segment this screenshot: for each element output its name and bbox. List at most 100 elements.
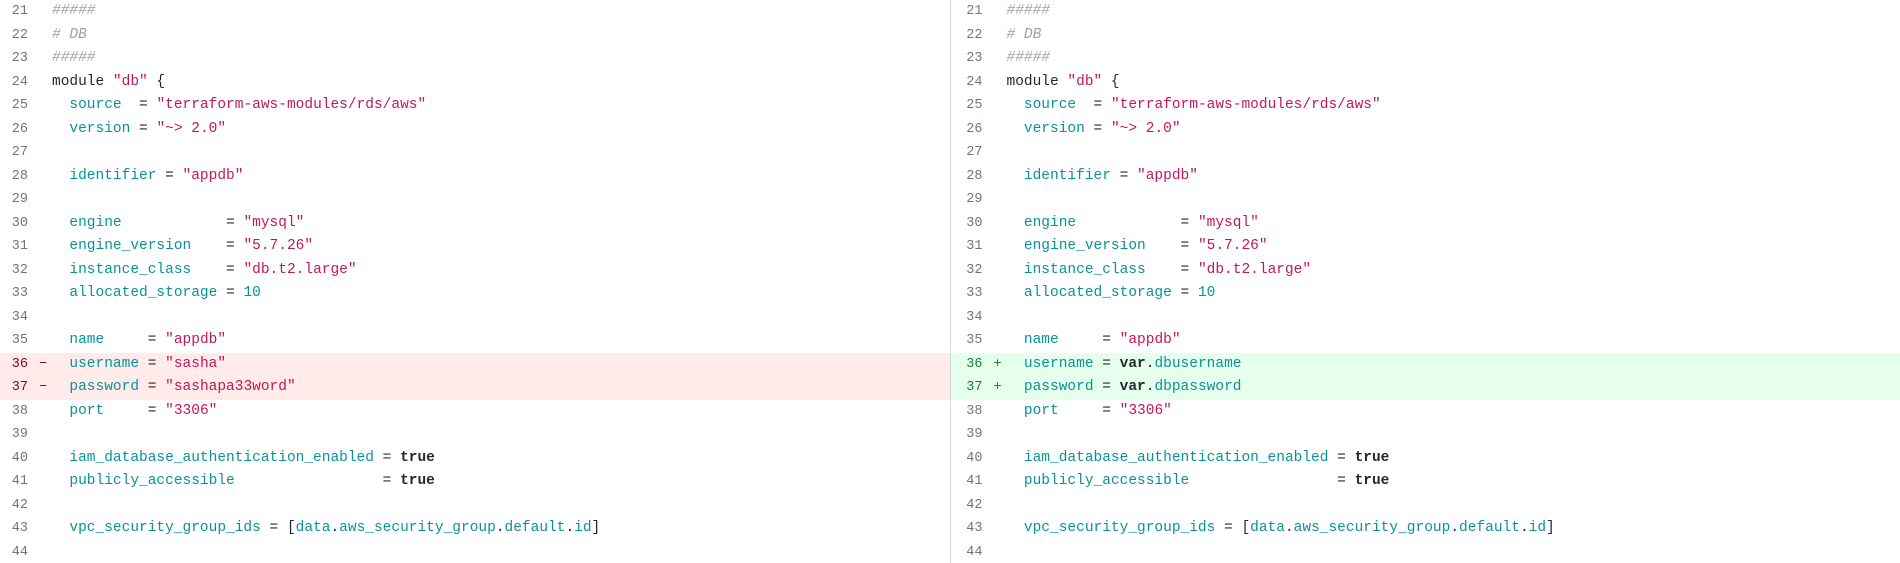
diff-line[interactable]: 42 <box>0 494 950 518</box>
diff-line[interactable]: 35 name = "appdb" <box>0 329 950 353</box>
diff-line[interactable]: 33 allocated_storage = 10 <box>0 282 950 306</box>
diff-line[interactable]: 31 engine_version = "5.7.26" <box>951 235 1900 259</box>
diff-line[interactable]: 43 vpc_security_group_ids = [data.aws_se… <box>951 517 1900 541</box>
code-content: allocated_storage = 10 <box>1005 282 1900 306</box>
diff-line[interactable]: 40 iam_database_authentication_enabled =… <box>0 447 950 471</box>
diff-line[interactable]: 40 iam_database_authentication_enabled =… <box>951 447 1900 471</box>
diff-line[interactable]: 36+ username = var.dbusername <box>951 353 1900 377</box>
line-number: 43 <box>951 517 991 541</box>
diff-line[interactable]: 30 engine = "mysql" <box>951 212 1900 236</box>
diff-line[interactable]: 38 port = "3306" <box>0 400 950 424</box>
line-number: 30 <box>0 212 36 236</box>
diff-line[interactable]: 31 engine_version = "5.7.26" <box>0 235 950 259</box>
code-content: port = "3306" <box>1005 400 1900 424</box>
context-marker <box>991 24 1005 48</box>
context-marker <box>36 306 50 330</box>
line-number: 29 <box>0 188 36 212</box>
diff-line[interactable]: 26 version = "~> 2.0" <box>951 118 1900 142</box>
diff-line[interactable]: 21 ##### <box>951 0 1900 24</box>
context-marker <box>991 235 1005 259</box>
context-marker <box>991 306 1005 330</box>
line-number: 21 <box>0 0 36 24</box>
code-content: engine_version = "5.7.26" <box>1005 235 1900 259</box>
code-content: username = "sasha" <box>50 353 950 377</box>
code-content: vpc_security_group_ids = [data.aws_secur… <box>50 517 950 541</box>
line-number: 23 <box>951 47 991 71</box>
code-content <box>50 541 950 563</box>
diff-line[interactable]: 27 <box>951 141 1900 165</box>
diff-line[interactable]: 23 ##### <box>0 47 950 71</box>
line-number: 39 <box>951 423 991 447</box>
code-content: publicly_accessible = true <box>50 470 950 494</box>
diff-line[interactable]: 30 engine = "mysql" <box>0 212 950 236</box>
line-number: 22 <box>0 24 36 48</box>
code-content: iam_database_authentication_enabled = tr… <box>1005 447 1900 471</box>
diff-line[interactable]: 29 <box>0 188 950 212</box>
code-content <box>1005 141 1900 165</box>
line-number: 43 <box>0 517 36 541</box>
diff-line[interactable]: 22 # DB <box>0 24 950 48</box>
diff-line[interactable]: 41 publicly_accessible = true <box>0 470 950 494</box>
diff-line[interactable]: 28 identifier = "appdb" <box>0 165 950 189</box>
code-content <box>1005 423 1900 447</box>
diff-right-pane[interactable]: 21 #####22 # DB23 #####24 module "db" {2… <box>951 0 1900 563</box>
line-number: 39 <box>0 423 36 447</box>
line-number: 41 <box>0 470 36 494</box>
diff-line[interactable]: 43 vpc_security_group_ids = [data.aws_se… <box>0 517 950 541</box>
code-content: source = "terraform-aws-modules/rds/aws" <box>1005 94 1900 118</box>
context-marker <box>991 470 1005 494</box>
diff-line[interactable]: 23 ##### <box>951 47 1900 71</box>
context-marker <box>36 212 50 236</box>
diff-line[interactable]: 36− username = "sasha" <box>0 353 950 377</box>
diff-line[interactable]: 24 module "db" { <box>0 71 950 95</box>
code-content: vpc_security_group_ids = [data.aws_secur… <box>1005 517 1900 541</box>
diff-line[interactable]: 32 instance_class = "db.t2.large" <box>0 259 950 283</box>
diff-line[interactable]: 27 <box>0 141 950 165</box>
code-content: module "db" { <box>1005 71 1900 95</box>
minus-icon: − <box>36 376 50 400</box>
context-marker <box>991 212 1005 236</box>
diff-line[interactable]: 25 source = "terraform-aws-modules/rds/a… <box>0 94 950 118</box>
context-marker <box>36 470 50 494</box>
diff-line[interactable]: 34 <box>951 306 1900 330</box>
code-content: ##### <box>1005 0 1900 24</box>
diff-line[interactable]: 32 instance_class = "db.t2.large" <box>951 259 1900 283</box>
diff-line[interactable]: 35 name = "appdb" <box>951 329 1900 353</box>
line-number: 33 <box>0 282 36 306</box>
diff-line[interactable]: 44 <box>951 541 1900 563</box>
line-number: 34 <box>0 306 36 330</box>
code-content: instance_class = "db.t2.large" <box>1005 259 1900 283</box>
line-number: 33 <box>951 282 991 306</box>
diff-line[interactable]: 24 module "db" { <box>951 71 1900 95</box>
diff-line[interactable]: 21 ##### <box>0 0 950 24</box>
diff-line[interactable]: 39 <box>0 423 950 447</box>
code-content: engine_version = "5.7.26" <box>50 235 950 259</box>
code-content: identifier = "appdb" <box>1005 165 1900 189</box>
code-content <box>1005 494 1900 518</box>
diff-line[interactable]: 34 <box>0 306 950 330</box>
line-number: 40 <box>951 447 991 471</box>
context-marker <box>36 494 50 518</box>
diff-line[interactable]: 37− password = "sashapa33word" <box>0 376 950 400</box>
context-marker <box>36 0 50 24</box>
diff-line[interactable]: 28 identifier = "appdb" <box>951 165 1900 189</box>
diff-line[interactable]: 22 # DB <box>951 24 1900 48</box>
diff-line[interactable]: 41 publicly_accessible = true <box>951 470 1900 494</box>
line-number: 28 <box>951 165 991 189</box>
context-marker <box>36 24 50 48</box>
line-number: 42 <box>951 494 991 518</box>
diff-line[interactable]: 44 <box>0 541 950 563</box>
line-number: 24 <box>951 71 991 95</box>
diff-line[interactable]: 38 port = "3306" <box>951 400 1900 424</box>
context-marker <box>991 188 1005 212</box>
diff-left-pane[interactable]: 21 #####22 # DB23 #####24 module "db" {2… <box>0 0 951 563</box>
diff-line[interactable]: 37+ password = var.dbpassword <box>951 376 1900 400</box>
context-marker <box>991 282 1005 306</box>
diff-line[interactable]: 33 allocated_storage = 10 <box>951 282 1900 306</box>
diff-line[interactable]: 26 version = "~> 2.0" <box>0 118 950 142</box>
diff-line[interactable]: 25 source = "terraform-aws-modules/rds/a… <box>951 94 1900 118</box>
diff-line[interactable]: 42 <box>951 494 1900 518</box>
diff-line[interactable]: 39 <box>951 423 1900 447</box>
diff-line[interactable]: 29 <box>951 188 1900 212</box>
context-marker <box>991 259 1005 283</box>
